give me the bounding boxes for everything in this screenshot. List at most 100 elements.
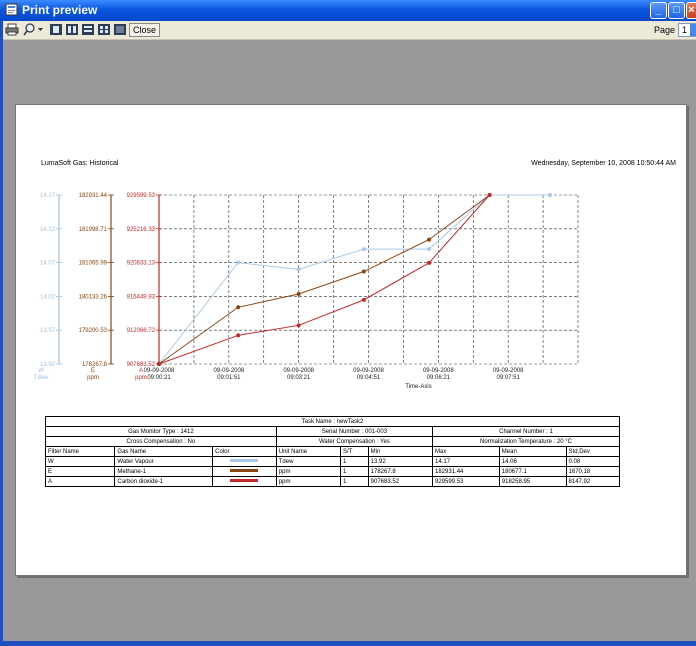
axis-tick-label: 14.17 xyxy=(40,193,56,199)
axis-unit: Tdew xyxy=(34,375,49,381)
print-preview-window: Print preview _ □ × Close Page 1 LumaSof… xyxy=(0,0,696,646)
axis-unit: ppm xyxy=(87,375,99,381)
data-point xyxy=(157,362,161,366)
color-cell xyxy=(212,476,277,487)
data-point xyxy=(236,305,241,310)
axis-tick-label: 14.02 xyxy=(40,294,56,300)
table-row: E Methane-1 ppm 1 178267.8 182931.44 180… xyxy=(44,466,621,477)
min-value: 178267.8 xyxy=(367,466,434,477)
data-point xyxy=(361,247,366,252)
cross-compensation: Cross Compensation : No xyxy=(45,436,277,447)
page-label: Page xyxy=(654,25,676,35)
data-point xyxy=(548,193,553,197)
column-header: Max xyxy=(432,446,500,457)
max-value: 14.17 xyxy=(432,456,500,467)
data-point xyxy=(236,333,241,338)
axis-name: A xyxy=(139,368,143,374)
axis-tick-label: 929599.53 xyxy=(127,193,156,199)
print-page: LumaSoft Gas: Historical Wednesday, Sept… xyxy=(15,104,687,576)
column-header: Filter Name xyxy=(44,446,116,457)
page-number: 1 xyxy=(682,25,688,35)
axis-name: E xyxy=(91,368,95,374)
maximize-button[interactable]: □ xyxy=(668,2,685,19)
x-tick-label-time: 09:07:51 xyxy=(496,375,520,381)
data-point xyxy=(361,269,366,274)
min-value: 13.92 xyxy=(367,456,434,467)
column-header: Unit Name xyxy=(275,446,342,457)
window-title: Print preview xyxy=(22,3,98,17)
column-header: Std.Dev xyxy=(565,446,621,457)
close-preview-button[interactable]: Close xyxy=(129,23,161,37)
color-cell xyxy=(212,466,277,477)
data-point xyxy=(236,260,241,265)
data-point xyxy=(361,297,366,302)
four-pages-icon[interactable] xyxy=(97,23,111,36)
max-value: 929599.53 xyxy=(432,476,500,487)
axis-tick-label: 916449.93 xyxy=(127,294,156,300)
data-point xyxy=(296,323,301,328)
info-table: Task Name : newTask2 Gas Monitor Type : … xyxy=(44,416,621,487)
color-swatch xyxy=(230,479,259,483)
max-value: 182931.44 xyxy=(432,466,500,477)
color-swatch xyxy=(230,459,259,463)
unit-name: ppm xyxy=(275,466,342,477)
axis-tick-label: 912066.72 xyxy=(127,328,156,334)
x-tick-label-time: 09:00:21 xyxy=(147,375,171,381)
x-tick-label-time: 09:01:51 xyxy=(217,375,241,381)
minimize-button[interactable]: _ xyxy=(650,2,667,19)
data-point xyxy=(427,260,432,265)
axis-tick-label: 182931.44 xyxy=(79,193,108,199)
table-row: W Water Vapour Tdew 1 13.92 14.17 14.06 … xyxy=(44,456,621,467)
s-t: 1 xyxy=(340,466,369,477)
zoom-icon[interactable] xyxy=(23,23,45,36)
gas-name: Water Vapour xyxy=(114,456,214,467)
std-dev: 1670.18 xyxy=(565,466,621,477)
series-line xyxy=(158,194,490,365)
mean-value: 14.06 xyxy=(498,456,567,467)
axis-unit: ppm xyxy=(135,375,147,381)
filter-name: W xyxy=(44,456,116,467)
min-value: 907683.52 xyxy=(367,476,434,487)
data-point xyxy=(487,193,492,197)
normalization-temperature: Normalization Temperature : 20 °C xyxy=(432,436,620,447)
axis-tick-label: 179200.53 xyxy=(79,328,108,334)
column-header: Min xyxy=(367,446,434,457)
series-line xyxy=(158,194,490,365)
two-pages-icon[interactable] xyxy=(65,23,79,36)
six-pages-icon[interactable] xyxy=(113,23,127,36)
s-t: 1 xyxy=(340,476,369,487)
gas-name: Methane-1 xyxy=(114,466,214,477)
table-row: A Carbon dioxide-1 ppm 1 907683.52 92959… xyxy=(44,476,621,487)
axis-tick-label: 920833.13 xyxy=(127,261,156,267)
close-window-button[interactable]: × xyxy=(686,2,696,19)
data-point xyxy=(427,247,432,252)
preview-area[interactable]: LumaSoft Gas: Historical Wednesday, Sept… xyxy=(3,40,696,641)
one-page-icon[interactable] xyxy=(49,23,63,36)
axis-tick-label: 14.07 xyxy=(40,261,56,267)
x-tick-label-date: 09-09-2008 xyxy=(353,368,384,374)
axis-tick-label: 13.97 xyxy=(40,328,56,334)
color-cell xyxy=(212,456,277,467)
monitor-type: Gas Monitor Type : 1412 xyxy=(45,426,277,437)
page-spinner[interactable]: 1 xyxy=(678,23,696,37)
axis-tick-label: 14.12 xyxy=(40,227,56,233)
table-header-row: Filter Name Gas Name Color Unit Name S/T… xyxy=(44,446,621,457)
data-point xyxy=(427,237,432,242)
three-pages-icon[interactable] xyxy=(81,23,95,36)
axis-tick-label: 181065.99 xyxy=(79,261,108,267)
spinner-arrows-icon[interactable] xyxy=(690,24,696,36)
std-dev: 0.08 xyxy=(565,456,621,467)
axis-tick-label: 180133.26 xyxy=(79,294,108,300)
title-bar[interactable]: Print preview _ □ × xyxy=(0,0,696,21)
column-header: S/T xyxy=(340,446,369,457)
print-icon[interactable] xyxy=(5,23,19,36)
unit-name: ppm xyxy=(275,476,342,487)
column-header: Mean xyxy=(498,446,567,457)
x-tick-label-date: 09-09-2008 xyxy=(213,368,244,374)
axis-name: W xyxy=(38,368,44,374)
report-title: LumaSoft Gas: Historical xyxy=(41,160,119,167)
axis-tick-label: 181998.71 xyxy=(79,227,108,233)
gas-name: Carbon dioxide-1 xyxy=(114,476,214,487)
unit-name: Tdew xyxy=(275,456,342,467)
x-tick-label-time: 09:04:51 xyxy=(357,375,381,381)
